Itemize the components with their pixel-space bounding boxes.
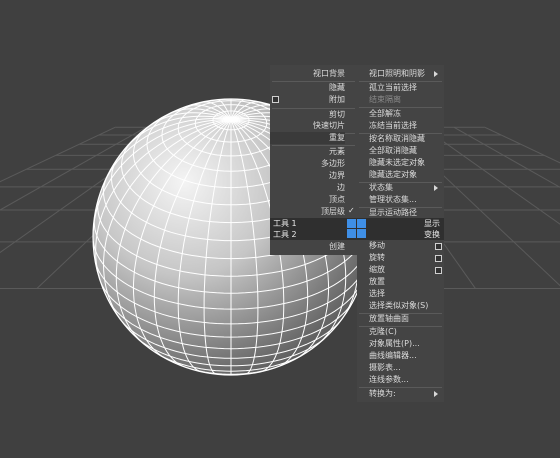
menu-item-unhide-by-name[interactable]: 按名称取消隐藏 — [369, 133, 425, 145]
menu-item-hide[interactable]: 隐藏 — [270, 82, 345, 94]
menu-item-isolate-selection[interactable]: 孤立当前选择 — [369, 82, 417, 94]
checkbox-icon[interactable] — [435, 267, 442, 274]
menu-item-top-level[interactable]: 顶层级 — [270, 206, 345, 218]
quad-selector-icon[interactable] — [357, 219, 366, 228]
quad-label-display: 显示 — [424, 219, 440, 228]
menu-item-viewport-background[interactable]: 视口背景 — [270, 68, 345, 80]
menu-item-place[interactable]: 放置 — [369, 276, 385, 288]
menu-item-attach[interactable]: 附加 — [270, 94, 345, 106]
menu-item-place-pivot-surface[interactable]: 放置轴曲面 — [369, 313, 409, 325]
menu-item-unhide-all[interactable]: 全部取消隐藏 — [369, 145, 417, 157]
menu-item-vertex[interactable]: 顶点 — [270, 194, 345, 206]
quad-label-tools1: 工具 1 — [273, 219, 297, 228]
menu-item-convert-to[interactable]: 转换为: — [369, 388, 396, 400]
submenu-arrow-icon — [434, 185, 438, 191]
quad-label-transform: 变换 — [424, 230, 440, 239]
menu-item-viewport-lighting[interactable]: 视口照明和阴影 — [369, 68, 425, 80]
menu-item-move[interactable]: 移动 — [369, 240, 385, 252]
checkbox-icon[interactable] — [435, 243, 442, 250]
menu-item-hide-selection[interactable]: 隐藏选定对象 — [369, 169, 417, 181]
menu-item-scale[interactable]: 缩放 — [369, 264, 385, 276]
menu-item-quickslice[interactable]: 快速切片 — [270, 120, 345, 132]
menu-item-select[interactable]: 选择 — [369, 288, 385, 300]
menu-item-freeze-selection[interactable]: 冻结当前选择 — [369, 120, 417, 132]
menu-item-curve-editor[interactable]: 曲线编辑器... — [369, 350, 417, 362]
submenu-arrow-icon — [434, 71, 438, 77]
quad-selector-icon[interactable] — [347, 229, 356, 238]
menu-item-manage-state-sets[interactable]: 管理状态集... — [369, 194, 417, 206]
menu-item-hide-unselected[interactable]: 隐藏未选定对象 — [369, 157, 425, 169]
menu-item-state-sets[interactable]: 状态集 — [369, 182, 393, 194]
menu-item-border[interactable]: 边界 — [270, 170, 345, 182]
menu-item-edge[interactable]: 边 — [270, 182, 345, 194]
menu-item-end-isolate[interactable]: 结束隔离 — [369, 94, 401, 106]
checkbox-icon[interactable] — [435, 255, 442, 262]
menu-item-select-similar[interactable]: 选择类似对象(S) — [369, 300, 428, 312]
checkmark-icon: ✓ — [348, 206, 355, 215]
quad-selector-icon[interactable] — [347, 219, 356, 228]
quad-menu-right-upper: 视口照明和阴影 孤立当前选择 结束隔离 全部解冻 冻结当前选择 按名称取消隐藏 … — [357, 65, 444, 218]
menu-item-object-properties[interactable]: 对象属性(P)... — [369, 338, 420, 350]
menu-item-element[interactable]: 元素 — [270, 146, 345, 158]
menu-item-repeat[interactable]: 重复 — [270, 132, 345, 144]
menu-item-polygon[interactable]: 多边形 — [270, 158, 345, 170]
menu-item-create[interactable]: 创建 — [270, 241, 345, 253]
quad-menu-right-lower: 移动 旋转 缩放 放置 选择 选择类似对象(S) 放置轴曲面 克隆(C) 对象属… — [357, 240, 444, 402]
menu-item-clone[interactable]: 克隆(C) — [369, 326, 397, 338]
menu-item-show-motion-paths[interactable]: 显示运动路径 — [369, 207, 417, 219]
submenu-arrow-icon — [434, 391, 438, 397]
menu-item-rotate[interactable]: 旋转 — [369, 252, 385, 264]
quad-label-tools2: 工具 2 — [273, 230, 297, 239]
menu-item-unfreeze-all[interactable]: 全部解冻 — [369, 108, 401, 120]
quad-selector-icon[interactable] — [357, 229, 366, 238]
menu-item-dope-sheet[interactable]: 摄影表... — [369, 362, 401, 374]
menu-item-wire-parameters[interactable]: 连线参数... — [369, 374, 409, 386]
